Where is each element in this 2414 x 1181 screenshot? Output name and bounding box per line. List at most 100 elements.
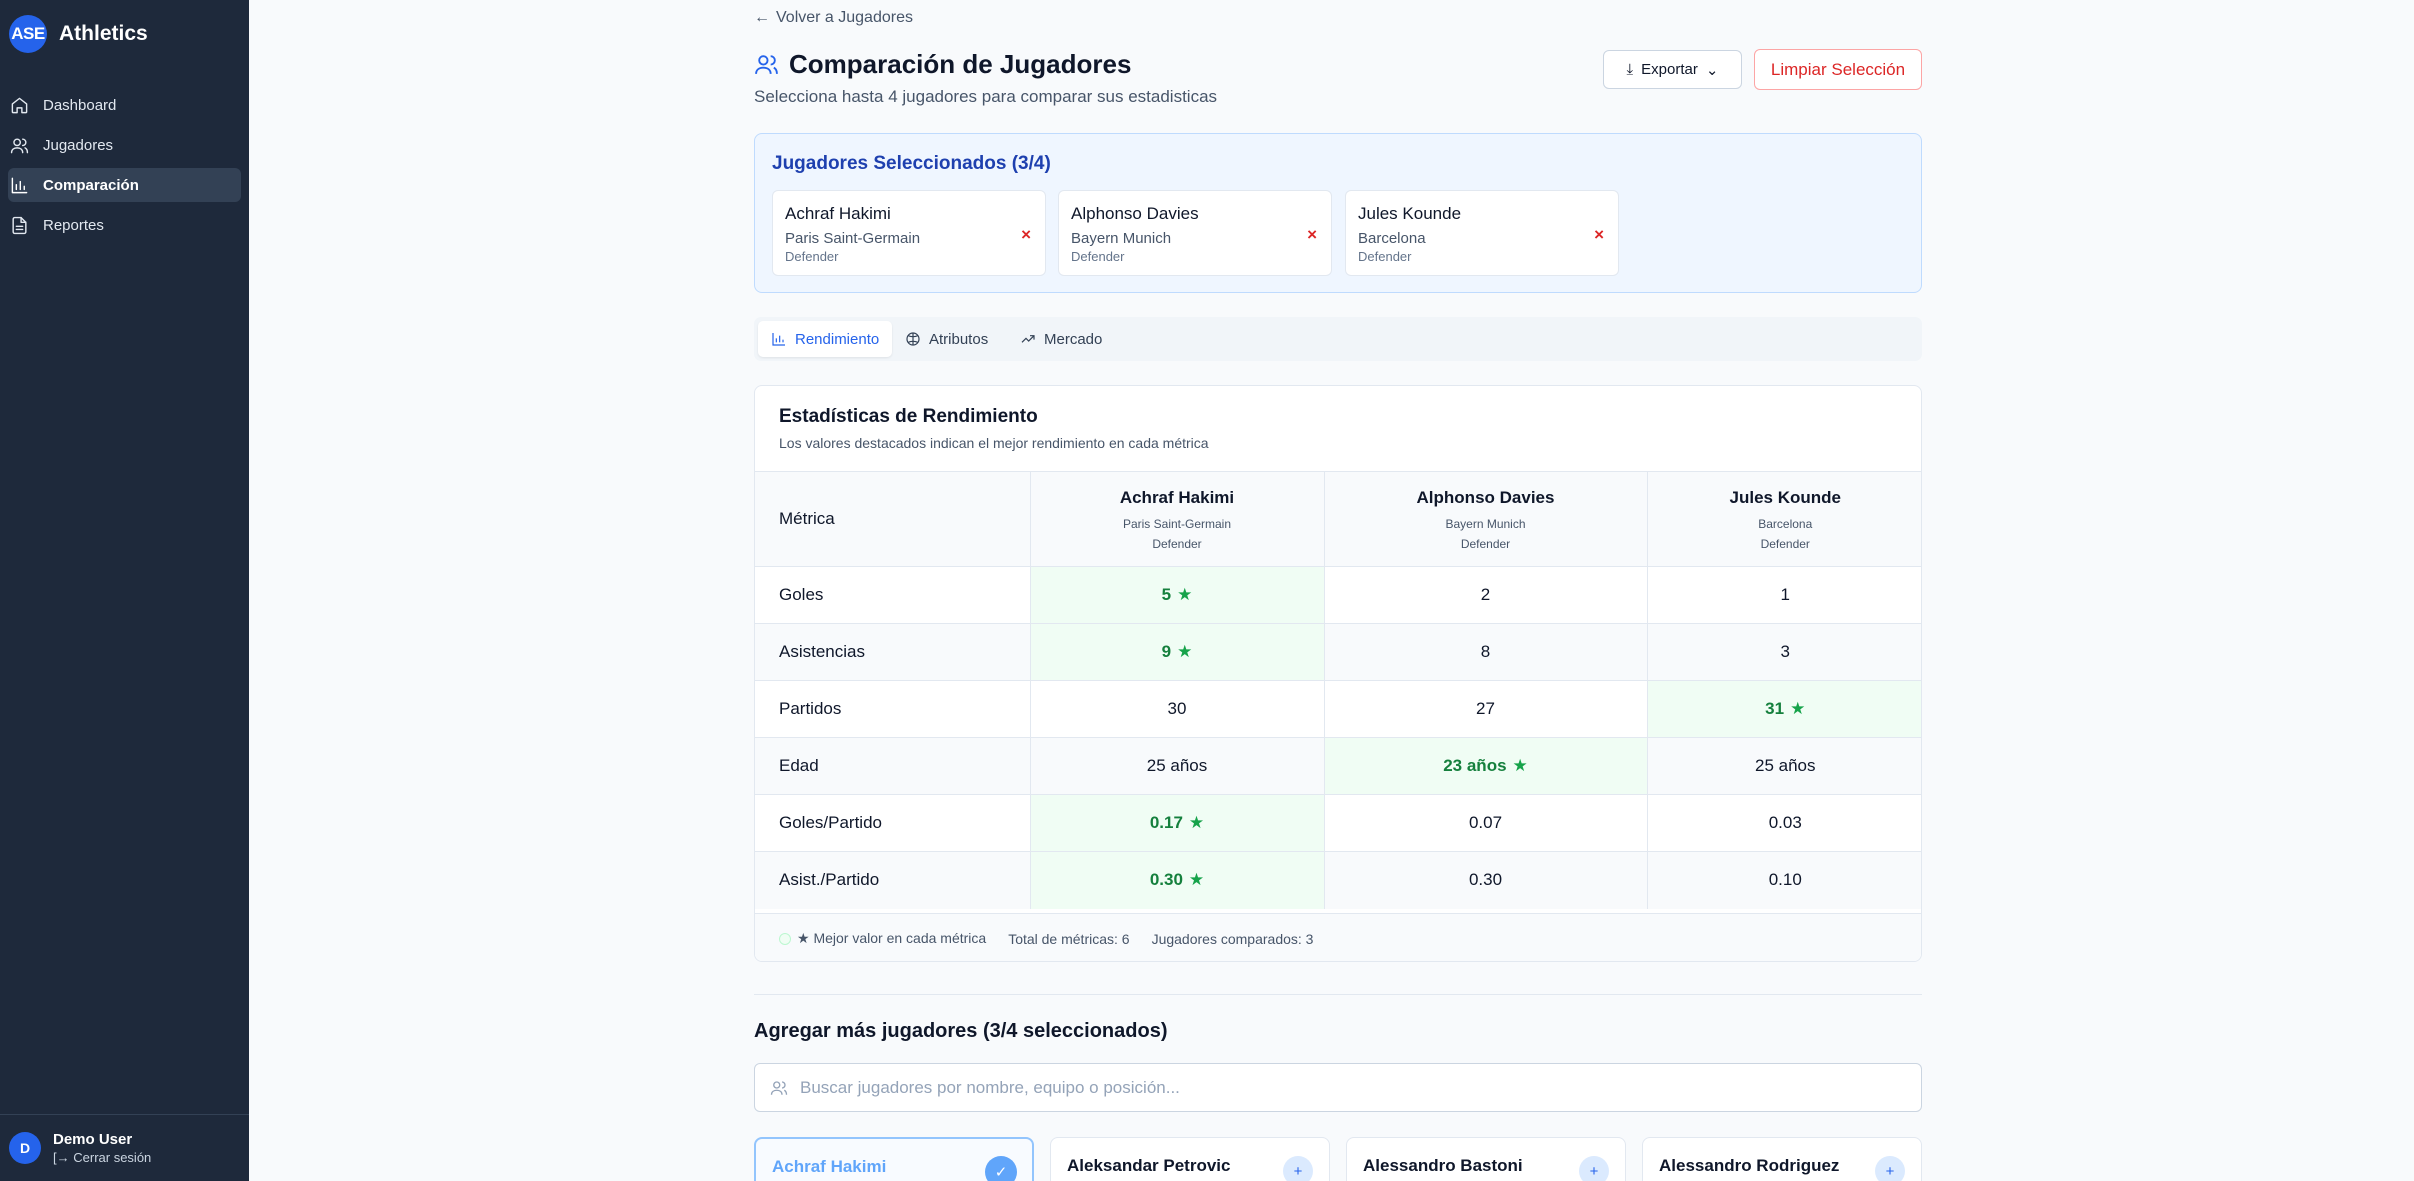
table-row: Goles 5 ★ 2 1 [755, 566, 1921, 624]
metric-value: 5 [1161, 585, 1172, 604]
plus-icon[interactable]: + [1579, 1156, 1609, 1181]
users-icon [770, 1080, 788, 1095]
star-icon: ★ [1177, 642, 1193, 661]
player-card[interactable]: Alessandro Bastoni + [1346, 1137, 1626, 1181]
player-card[interactable]: Achraf Hakimi ✓ [754, 1137, 1034, 1181]
metric-value: 25 años [1146, 756, 1208, 775]
arrow-left-icon: ← [754, 9, 770, 26]
metric-value: 0.03 [1768, 813, 1802, 832]
tab-label: Atributos [929, 330, 989, 348]
metric-label: Asist./Partido [755, 851, 1030, 909]
remove-icon[interactable]: × [1307, 225, 1317, 245]
compared-players: Jugadores comparados: 3 [1151, 930, 1314, 947]
player-name: Jules Kounde [1729, 487, 1841, 507]
table-header-row: Métrica Achraf Hakimi Paris Saint-Germai… [755, 471, 1921, 567]
chevron-down-icon: ⌄ [1705, 61, 1719, 79]
tab-label: Rendimiento [795, 330, 880, 348]
avatar[interactable]: D [9, 1132, 41, 1164]
selected-player-card: Alphonso Davies Bayern Munich Defender × [1058, 190, 1332, 276]
metric-value: 2 [1480, 585, 1491, 604]
tab-mercado[interactable]: Mercado [1007, 321, 1115, 357]
metric-value-cell: 25 años [1029, 737, 1324, 795]
sidebar: ASE Athletics Dashboard Jugadores Compar… [0, 0, 249, 1181]
plus-icon[interactable]: + [1875, 1156, 1905, 1181]
legend-swatch [779, 933, 791, 946]
bar-chart-icon [11, 177, 28, 193]
metric-value: 8 [1480, 642, 1491, 661]
metric-value-cell: 3 [1646, 623, 1921, 681]
metric-label: Asistencias [755, 623, 1030, 681]
plus-icon[interactable]: + [1283, 1156, 1313, 1181]
player-column-header: Alphonso Davies Bayern Munich Defender [1323, 471, 1647, 567]
metric-value-cell: 0.17 ★ [1029, 794, 1324, 852]
player-name: Achraf Hakimi [1119, 487, 1235, 507]
stats-title: Estadísticas de Rendimiento [779, 406, 1038, 427]
selected-player-team: Paris Saint-Germain [785, 230, 921, 247]
sidebar-item-reportes[interactable]: Reportes [8, 208, 241, 242]
back-link[interactable]: ← Volver a Jugadores [754, 9, 913, 27]
metric-value-cell: 23 años ★ [1323, 737, 1647, 795]
metric-value-cell: 5 ★ [1029, 566, 1324, 624]
bar-chart-icon [772, 333, 785, 346]
total-metrics: Total de métricas: 6 [1008, 930, 1130, 947]
best-value-legend: ★ Mejor valor en cada métrica [779, 930, 986, 947]
remove-icon[interactable]: × [1594, 225, 1604, 245]
metric-value-cell: 0.30 ★ [1029, 851, 1324, 909]
sidebar-item-dashboard[interactable]: Dashboard [8, 88, 241, 122]
remove-icon[interactable]: × [1021, 225, 1031, 245]
metric-value: 9 [1161, 642, 1172, 661]
player-team: Bayern Munich [1445, 516, 1526, 531]
ball-icon [906, 332, 920, 346]
player-column-header: Jules Kounde Barcelona Defender [1646, 471, 1921, 567]
brand[interactable]: ASE Athletics [9, 15, 148, 53]
player-card[interactable]: Alessandro Rodriguez + [1642, 1137, 1922, 1181]
selected-player-position: Defender [785, 249, 839, 264]
export-button[interactable]: ⤓ Exportar ⌄ [1603, 50, 1742, 89]
star-icon: ★ [1790, 699, 1806, 718]
table-row: Asist./Partido 0.30 ★ 0.30 0.10 [755, 851, 1921, 909]
tab-rendimiento[interactable]: Rendimiento [758, 321, 893, 357]
tab-label: Mercado [1044, 330, 1103, 348]
page-title-text: Comparación de Jugadores [789, 49, 1132, 79]
sidebar-item-comparacion[interactable]: Comparación [8, 168, 241, 202]
tab-atributos[interactable]: Atributos [892, 321, 1001, 357]
brand-logo: ASE [9, 15, 47, 53]
player-card-name: Achraf Hakimi [772, 1157, 887, 1176]
player-position: Defender [1760, 536, 1810, 551]
sidebar-item-label: Dashboard [43, 96, 117, 114]
metric-value: 3 [1780, 642, 1790, 661]
users-icon [755, 55, 778, 74]
star-icon: ★ [1188, 813, 1205, 832]
logout-link[interactable]: [→ Cerrar sesión [53, 1150, 151, 1165]
selected-player-name: Alphonso Davies [1071, 204, 1199, 223]
metric-value: 0.17 [1149, 813, 1183, 832]
star-icon: ★ [1177, 585, 1193, 604]
player-position: Defender [1152, 536, 1202, 551]
check-icon[interactable]: ✓ [985, 1156, 1017, 1181]
back-link-label: Volver a Jugadores [776, 9, 913, 26]
metric-label: Goles/Partido [755, 794, 1030, 852]
users-icon [10, 137, 29, 153]
sidebar-item-jugadores[interactable]: Jugadores [8, 128, 241, 162]
user-panel: D Demo User [→ Cerrar sesión [0, 1114, 249, 1181]
sidebar-nav: Dashboard Jugadores Comparación Reportes [0, 88, 249, 248]
star-icon: ★ [1512, 756, 1528, 775]
search-input[interactable] [800, 1077, 1900, 1098]
metric-label: Goles [755, 566, 1030, 624]
metric-value: 0.30 [1149, 870, 1183, 890]
metric-value-cell: 31 ★ [1646, 680, 1921, 738]
clear-selection-button[interactable]: Limpiar Selección [1754, 49, 1922, 90]
metric-value-cell: 2 [1323, 566, 1647, 624]
selected-player-card: Achraf Hakimi Paris Saint-Germain Defend… [772, 190, 1046, 276]
table-row: Asistencias 9 ★ 8 3 [755, 623, 1921, 681]
metric-value-cell: 27 [1323, 680, 1647, 738]
metric-value: 30 [1167, 699, 1187, 718]
metric-value-cell: 30 [1029, 680, 1324, 738]
metric-value: 27 [1476, 699, 1495, 718]
player-card[interactable]: Aleksandar Petrovic + [1050, 1137, 1330, 1181]
player-team: Paris Saint-Germain [1122, 516, 1232, 531]
export-label: Exportar [1641, 61, 1698, 78]
sidebar-item-label: Reportes [43, 216, 104, 234]
trending-up-icon [1021, 335, 1035, 343]
player-name: Alphonso Davies [1416, 487, 1555, 507]
